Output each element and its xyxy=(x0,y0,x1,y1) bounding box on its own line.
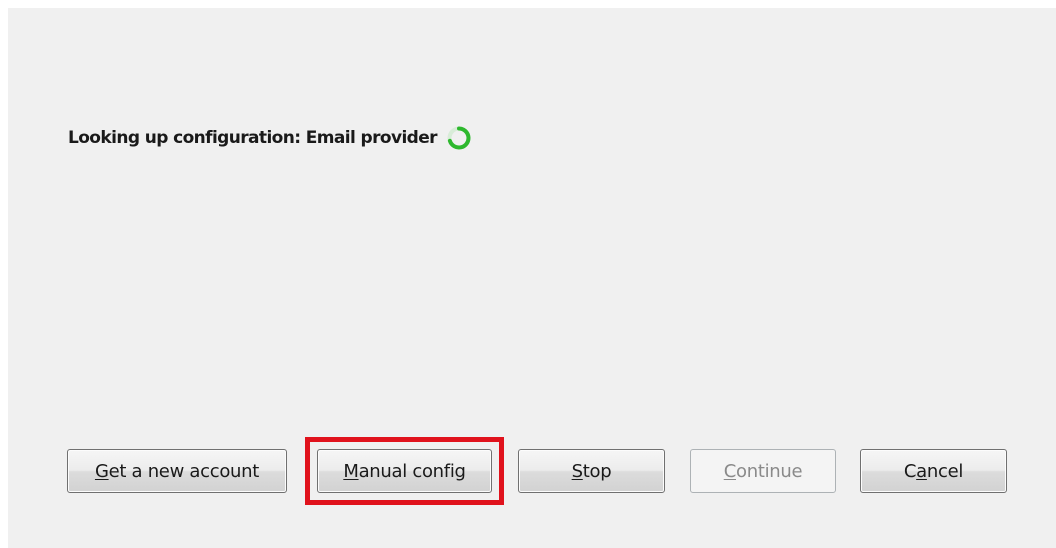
accel-key: C xyxy=(723,460,737,482)
manual-config-button[interactable]: Manual config xyxy=(317,449,492,493)
button-label: ontinue xyxy=(736,460,803,482)
spinner-icon xyxy=(446,125,472,151)
stop-button[interactable]: Stop xyxy=(518,449,665,493)
accel-key: a xyxy=(916,460,927,482)
status-row: Looking up configuration: Email provider xyxy=(68,125,472,151)
accel-key: M xyxy=(343,460,359,482)
button-label: anual config xyxy=(358,460,466,482)
button-label: ncel xyxy=(926,460,964,482)
get-new-account-button[interactable]: Get a new account xyxy=(67,449,287,493)
cancel-button[interactable]: Ca ncel xyxy=(860,449,1007,493)
status-text: Looking up configuration: Email provider xyxy=(68,128,438,148)
accel-key: G xyxy=(94,460,109,482)
accel-key: S xyxy=(571,460,583,482)
button-label: et a new account xyxy=(108,460,260,482)
button-label: top xyxy=(582,460,612,482)
continue-button[interactable]: Continue xyxy=(690,449,836,493)
button-label-prefix: C xyxy=(903,460,917,482)
